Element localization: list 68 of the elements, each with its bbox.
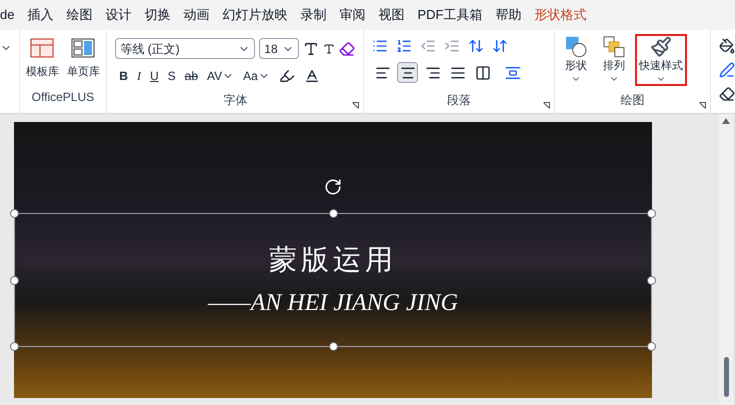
text-align-icon xyxy=(450,64,466,80)
text-align-icon xyxy=(424,64,441,80)
menu-tab[interactable]: 切换 xyxy=(144,5,170,25)
ribbon-button[interactable]: 模板库 xyxy=(26,38,59,85)
menu-tab[interactable]: 帮助 xyxy=(495,5,522,25)
resize-handle[interactable] xyxy=(647,276,656,285)
increase-indent-icon[interactable] xyxy=(444,38,460,54)
group-label: 绘图 xyxy=(620,92,644,109)
dialog-launcher-icon[interactable] xyxy=(699,102,706,109)
template-icon xyxy=(30,38,54,60)
ribbon-button[interactable]: 快速样式 xyxy=(634,34,687,86)
line-spacing-icon[interactable] xyxy=(468,38,484,54)
dialog-launcher-icon[interactable] xyxy=(352,102,360,109)
ribbon-button[interactable]: 单页库 xyxy=(66,38,100,85)
resize-handle[interactable] xyxy=(10,342,19,351)
resize-handle[interactable] xyxy=(10,276,19,285)
menu-tab[interactable]: 动画 xyxy=(183,5,210,25)
rotate-handle-icon[interactable] xyxy=(324,178,342,196)
font-name-value: 等线 (正文) xyxy=(120,40,180,58)
format-button[interactable]: AV xyxy=(207,67,234,85)
resize-handle[interactable] xyxy=(329,342,338,351)
menu-tab[interactable]: 审阅 xyxy=(339,5,366,25)
text-align-icon xyxy=(474,64,491,80)
highlighter-icon[interactable] xyxy=(278,68,295,84)
format-button[interactable]: Aa xyxy=(243,67,270,85)
scrollbar-thumb[interactable] xyxy=(724,357,728,397)
menu-tab[interactable]: 绘图 xyxy=(66,5,92,25)
resize-handle[interactable] xyxy=(647,209,656,218)
menu-tab[interactable]: 幻灯片放映 xyxy=(222,5,288,25)
font-size-value: 18 xyxy=(264,40,278,58)
group-label: OfficePLUS xyxy=(32,90,94,104)
resize-handle[interactable] xyxy=(329,209,338,218)
group-label: 字体 xyxy=(223,92,248,109)
menu-tab[interactable]: 插入 xyxy=(27,5,54,25)
bullet-list-icon[interactable] xyxy=(372,38,388,54)
page-layout-icon xyxy=(71,38,96,60)
clear-format-icon[interactable] xyxy=(339,40,356,56)
menu-tab[interactable]: 录制 xyxy=(300,5,326,25)
resize-handle[interactable] xyxy=(10,209,19,218)
decrease-indent-icon[interactable] xyxy=(420,38,436,54)
numbered-list-icon[interactable] xyxy=(396,38,412,54)
ribbon-button[interactable]: 形状 xyxy=(558,34,593,86)
scroll-up-icon[interactable] xyxy=(722,118,730,124)
resize-handle[interactable] xyxy=(647,342,656,351)
align-button[interactable] xyxy=(397,62,418,83)
text-align-icon xyxy=(400,64,416,80)
menu-tab[interactable]: 视图 xyxy=(378,5,404,25)
menu-tab[interactable]: 设计 xyxy=(105,5,132,25)
align-text-icon[interactable] xyxy=(505,64,522,80)
font-color-icon[interactable] xyxy=(304,68,320,84)
font-size-field[interactable]: 18 xyxy=(259,38,300,59)
menu-tab[interactable]: PDF工具箱 xyxy=(417,5,482,25)
text-align-icon xyxy=(374,64,391,80)
ribbon-button[interactable]: 排列 xyxy=(596,34,631,86)
menu-tab[interactable]: 形状格式 xyxy=(534,5,586,25)
format-button[interactable]: U xyxy=(150,67,159,85)
format-button[interactable]: B xyxy=(119,67,128,85)
slide-title: 蒙版运用 xyxy=(269,242,397,278)
format-button[interactable]: ab xyxy=(184,67,198,85)
font-name-field[interactable]: 等线 (正文) xyxy=(115,38,256,59)
menu-tab[interactable]: de xyxy=(0,5,14,25)
fill-icon[interactable] xyxy=(719,38,735,54)
group-label: 段落 xyxy=(447,92,472,109)
format-button[interactable]: S xyxy=(168,67,176,85)
slide-subtitle: ——AN HEI JIANG JING xyxy=(208,289,458,318)
arrange-icon xyxy=(600,36,627,58)
dialog-launcher-icon[interactable] xyxy=(542,102,550,109)
format-button[interactable]: I xyxy=(136,67,141,85)
